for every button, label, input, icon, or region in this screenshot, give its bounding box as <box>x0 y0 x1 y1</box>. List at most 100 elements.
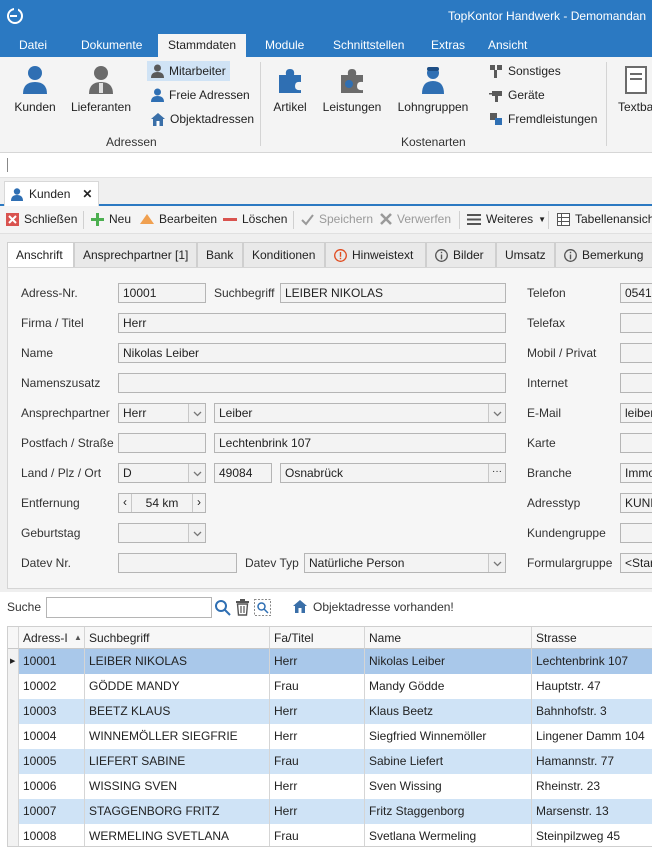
toolbar-separator <box>548 211 549 229</box>
tab-bank-label: Bank <box>206 248 234 262</box>
namenszusatz-field[interactable] <box>118 373 506 393</box>
stepper-prev-icon[interactable]: ‹ <box>119 494 132 512</box>
cell-fa-titel: Herr <box>270 649 365 674</box>
menu-datei[interactable]: Datei <box>19 34 47 57</box>
trash-icon[interactable] <box>235 599 250 616</box>
ribbon-fremdleistungen-button[interactable]: Fremdleistungen <box>489 109 597 129</box>
postfach-strasse-label: Postfach / Straße <box>21 436 114 450</box>
ansprechpartner-label: Ansprechpartner <box>21 406 110 420</box>
weiteres-dropdown[interactable]: Weiteres ▼ <box>467 212 546 226</box>
table-row[interactable]: 10004 WINNEMÖLLER SIEGFRIE Herr Siegfrie… <box>8 724 652 749</box>
mobil-field[interactable] <box>620 343 652 363</box>
tab-bank[interactable]: Bank <box>197 242 243 268</box>
tab-bilder[interactable]: Bilder <box>426 242 496 268</box>
loeschen-button[interactable]: Löschen <box>223 212 287 226</box>
tab-bemerkung[interactable]: Bemerkung <box>555 242 652 268</box>
app-logo-icon <box>7 7 23 24</box>
menu-schnittstellen[interactable]: Schnittstellen <box>333 34 404 57</box>
entfernung-stepper[interactable]: ‹ 54 km › <box>118 493 206 513</box>
stepper-next-icon[interactable]: › <box>192 494 205 512</box>
menu-extras[interactable]: Extras <box>431 34 465 57</box>
ansprechpartner-select[interactable]: Leiber <box>214 403 506 423</box>
land-select[interactable]: D <box>118 463 206 483</box>
close-tab-icon[interactable]: ✕ <box>82 187 92 201</box>
ort-lookup-button[interactable]: ··· <box>488 464 505 482</box>
menu-stammdaten[interactable]: Stammdaten <box>158 34 247 57</box>
tab-umsatz[interactable]: Umsatz <box>496 242 555 268</box>
menu-module[interactable]: Module <box>265 34 304 57</box>
filter-search-icon[interactable] <box>254 599 271 616</box>
cell-adress-nr: 10005 <box>19 749 85 774</box>
anrede-select[interactable]: Herr <box>118 403 206 423</box>
internet-field[interactable] <box>620 373 652 393</box>
warning-info-icon <box>334 248 347 262</box>
menu-dokumente[interactable]: Dokumente <box>81 34 142 57</box>
table-row[interactable]: 10006 WISSING SVEN Herr Sven Wissing Rhe… <box>8 774 652 799</box>
datev-typ-label: Datev Typ <box>245 556 299 570</box>
kundengruppe-field[interactable] <box>620 523 652 543</box>
chevron-down-icon <box>493 561 502 567</box>
cell-adress-nr: 10001 <box>19 649 85 674</box>
branche-field[interactable]: Immo <box>620 463 652 483</box>
column-header-suchbegriff[interactable]: Suchbegriff <box>85 627 270 649</box>
tab-konditionen[interactable]: Konditionen <box>243 242 325 268</box>
neu-button[interactable]: Neu <box>91 212 131 226</box>
ribbon-lieferanten-button[interactable]: Lieferanten <box>68 65 134 114</box>
bearbeiten-button[interactable]: Bearbeiten <box>140 212 217 226</box>
land-plz-ort-label: Land / Plz / Ort <box>21 466 102 480</box>
table-row[interactable]: 10007 STAGGENBORG FRITZ Herr Fritz Stagg… <box>8 799 652 824</box>
datev-typ-select[interactable]: Natürliche Person <box>304 553 506 573</box>
adress-nr-field[interactable]: 10001 <box>118 283 206 303</box>
telefax-field[interactable] <box>620 313 652 333</box>
suchbegriff-field[interactable]: LEIBER NIKOLAS <box>280 283 506 303</box>
list-icon <box>467 213 481 225</box>
name-field[interactable]: Nikolas Leiber <box>118 343 506 363</box>
table-row[interactable]: 10005 LIEFERT SABINE Frau Sabine Liefert… <box>8 749 652 774</box>
formulargruppe-field[interactable]: <Star <box>620 553 652 573</box>
namenszusatz-label: Namenszusatz <box>21 376 101 390</box>
ribbon-objektadressen-button[interactable]: Objektadressen <box>151 109 254 129</box>
email-field[interactable]: leiber <box>620 403 652 423</box>
adresstyp-field[interactable]: KUND <box>620 493 652 513</box>
column-header-adress-nr[interactable]: Adress-I ▲ <box>19 627 85 649</box>
tab-hinweistext[interactable]: Hinweistext <box>325 242 426 268</box>
tab-ansprechpartner[interactable]: Ansprechpartner [1] <box>74 242 197 268</box>
ribbon-artikel-button[interactable]: Artikel <box>270 65 310 114</box>
table-row[interactable]: 10008 WERMELING SVETLANA Frau Svetlana W… <box>8 824 652 846</box>
postfach-field[interactable] <box>118 433 206 453</box>
ribbon-geraete-button[interactable]: Geräte <box>489 85 545 105</box>
ribbon-mitarbeiter-button[interactable]: Mitarbeiter <box>147 61 230 81</box>
column-header-fa-titel[interactable]: Fa/Titel <box>270 627 365 649</box>
table-row[interactable]: ▶ 10001 LEIBER NIKOLAS Herr Nikolas Leib… <box>8 649 652 674</box>
search-icon[interactable] <box>214 599 231 616</box>
speichern-button[interactable]: Speichern <box>301 212 373 226</box>
ribbon-freie-adressen-button[interactable]: Freie Adressen <box>151 85 250 105</box>
schliessen-button[interactable]: Schließen <box>6 212 77 226</box>
ribbon-sonstiges-button[interactable]: Sonstiges <box>489 61 561 81</box>
datev-nr-field[interactable] <box>118 553 237 573</box>
strasse-field[interactable]: Lechtenbrink 107 <box>214 433 506 453</box>
tab-kunden[interactable]: Kunden ✕ <box>4 181 100 206</box>
plz-field[interactable]: 49084 <box>214 463 272 483</box>
ribbon-lohngruppen-button[interactable]: Lohngruppen <box>395 65 471 114</box>
search-input[interactable] <box>46 597 212 618</box>
ort-field[interactable]: Osnabrück <box>280 463 506 483</box>
telefon-field[interactable]: 0541- <box>620 283 652 303</box>
column-header-strasse[interactable]: Strasse <box>532 627 652 649</box>
karte-field[interactable] <box>620 433 652 453</box>
geburtstag-picker[interactable] <box>118 523 206 543</box>
table-row[interactable]: 10002 GÖDDE MANDY Frau Mandy Gödde Haupt… <box>8 674 652 699</box>
verwerfen-button[interactable]: Verwerfen <box>380 212 451 226</box>
menu-ansicht[interactable]: Ansicht <box>488 34 527 57</box>
ribbon-leistungen-button[interactable]: Leistungen <box>321 65 383 114</box>
tab-anschrift[interactable]: Anschrift <box>7 242 74 268</box>
ribbon-kunden-button[interactable]: Kunden <box>10 65 60 114</box>
tools-icon <box>490 65 502 78</box>
ribbon-textbausteine-button[interactable]: Textba <box>618 65 652 114</box>
firma-titel-field[interactable]: Herr <box>118 313 506 333</box>
table-row[interactable]: 10003 BEETZ KLAUS Herr Klaus Beetz Bahnh… <box>8 699 652 724</box>
cell-fa-titel: Herr <box>270 699 365 724</box>
column-header-name[interactable]: Name <box>365 627 532 649</box>
cell-strasse: Hauptstr. 47 <box>536 679 601 693</box>
tabellenansicht-button[interactable]: Tabellenansich <box>557 212 652 226</box>
